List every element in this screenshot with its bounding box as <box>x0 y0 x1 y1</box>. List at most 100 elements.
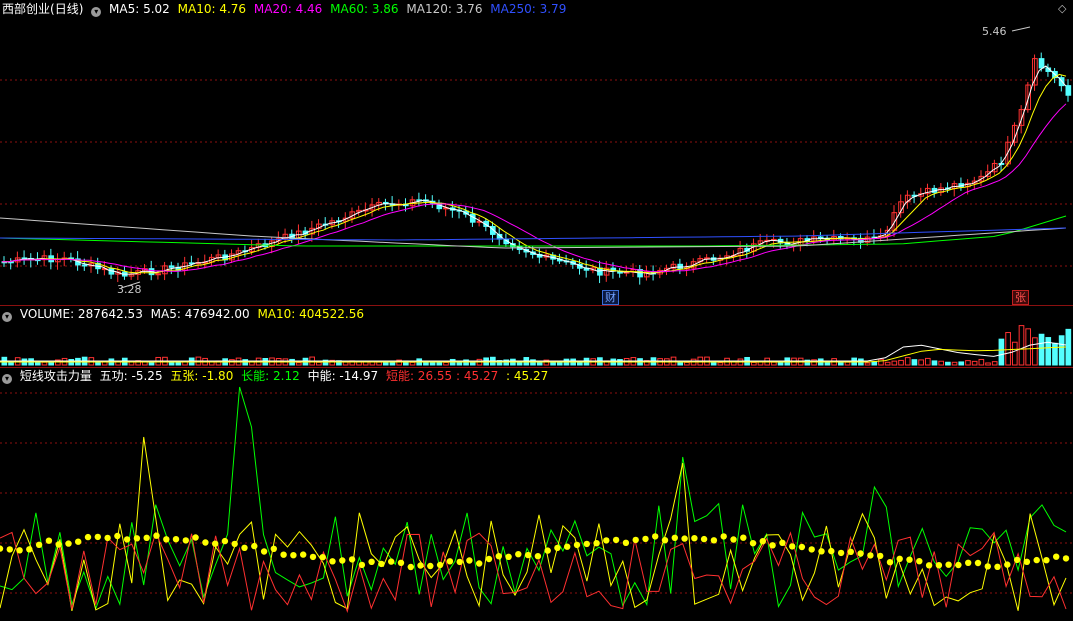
wugong-dot <box>94 533 102 541</box>
volume-bar <box>295 362 302 366</box>
candle-body <box>1038 58 1045 69</box>
volume-bar <box>717 362 724 366</box>
volume-legend: ▾ VOLUME: 287642.53 MA5: 476942.00 MA10:… <box>2 306 368 322</box>
wugong-dot <box>798 543 806 551</box>
wugong-dot <box>740 534 747 541</box>
wugong-dot <box>16 547 23 554</box>
wugong-dot <box>456 558 463 566</box>
wugong-dot <box>1023 558 1031 565</box>
wugong-dot <box>583 540 590 548</box>
volume-bar <box>1052 342 1058 366</box>
wugong-dot <box>485 555 493 563</box>
volume-bar <box>556 361 563 366</box>
wugong-dot <box>300 551 307 558</box>
volume-bar <box>864 362 871 366</box>
wugong-dot <box>6 546 13 553</box>
wugong-dot <box>720 533 727 540</box>
volume-bar <box>1065 328 1072 366</box>
wugong-dot <box>1053 553 1060 560</box>
volume-bar <box>824 361 831 366</box>
volume-bar <box>750 361 757 366</box>
volume-bar <box>1038 333 1045 366</box>
extra-value-yellow: : 45.27 <box>506 369 549 383</box>
ma10-label: MA10: 4.76 <box>177 2 247 16</box>
wugong-dot <box>348 556 356 563</box>
wugong-dot <box>769 542 776 549</box>
volume-bar <box>904 357 911 366</box>
wugong-dot <box>867 552 874 559</box>
volume-bar <box>991 361 998 366</box>
wugong-dot <box>427 562 434 570</box>
volume-bar <box>978 358 985 366</box>
wugong-dot <box>652 533 659 540</box>
wugong-dot <box>789 543 796 550</box>
volume-bar <box>951 361 958 366</box>
wugong-dot <box>1043 557 1050 564</box>
wugong-dot <box>1013 556 1021 564</box>
wugong-dot <box>1033 556 1040 564</box>
volume-bar <box>684 361 690 366</box>
wugong-dot <box>700 535 708 543</box>
wugong-dot <box>202 539 209 546</box>
wugong-dot <box>133 535 141 542</box>
indicator-title: 短线攻击力量 <box>19 369 92 383</box>
volume-bar <box>918 359 924 366</box>
wugong-dot <box>241 544 248 551</box>
wugong-dot <box>407 563 414 571</box>
diamond-icon[interactable]: ◇ <box>1058 2 1066 15</box>
wugong-dot <box>505 553 512 560</box>
volume-bar <box>1011 341 1018 366</box>
wugong-label: 五功: -5.25 <box>99 369 163 383</box>
wugong-dot <box>612 536 620 544</box>
wugong-dot <box>436 561 444 569</box>
wugong-dot <box>847 548 854 555</box>
finance-marker[interactable]: 财 <box>602 290 619 305</box>
wugong-dot <box>358 561 366 569</box>
volume-bar <box>871 361 878 366</box>
wugong-dot <box>974 559 982 567</box>
wugong-dot <box>182 537 189 544</box>
price-pane[interactable]: 西部创业(日线) ▾ MA5: 5.02 MA10: 4.76 MA20: 4.… <box>0 0 1073 305</box>
volume-bar <box>1045 337 1052 366</box>
volume-bar <box>677 362 684 366</box>
indicator-pane[interactable]: ▾ 短线攻击力量 五功: -5.25 五张: -1.80 长能: 2.12 中能… <box>0 367 1073 621</box>
volume-bar <box>469 362 476 366</box>
wugong-dot <box>84 533 92 541</box>
wugong-dot <box>270 545 277 552</box>
dropdown-icon[interactable]: ▾ <box>2 374 12 384</box>
volume-pane[interactable]: ▾ VOLUME: 287642.53 MA5: 476942.00 MA10:… <box>0 305 1073 367</box>
wugong-dot <box>65 540 72 547</box>
wugong-dot <box>710 537 718 544</box>
volume-bar <box>884 361 891 366</box>
volume-bar <box>938 360 945 366</box>
volume-bar <box>965 360 971 366</box>
volume-bar <box>516 361 523 366</box>
volume-bar <box>771 361 777 366</box>
volume-bar <box>998 338 1005 366</box>
wugong-dot <box>906 556 913 563</box>
attack-power-indicator-chart[interactable] <box>0 367 1073 621</box>
duanneng-label: 短能: 26.55 <box>385 369 453 383</box>
volume-bar <box>429 362 436 366</box>
wugong-dot <box>671 534 678 541</box>
ma120-label: MA120: 3.76 <box>406 2 483 16</box>
changneng-label: 长能: 2.12 <box>241 369 300 383</box>
wugong-dot <box>828 547 835 555</box>
candlestick-chart[interactable] <box>0 0 1073 305</box>
wuzhang-label: 五张: -1.80 <box>170 369 234 383</box>
ma20-line <box>2 103 1067 273</box>
wugong-dot <box>642 535 649 543</box>
wugong-dot <box>808 546 815 553</box>
wugong-dot <box>260 548 268 555</box>
ma60-line <box>0 215 1067 247</box>
volume-bar <box>34 362 41 366</box>
candle-body <box>597 267 603 276</box>
dropdown-icon[interactable]: ▾ <box>2 312 12 322</box>
candle-body <box>81 264 88 267</box>
wugong-dot <box>378 560 385 568</box>
wuzhang-line <box>0 436 1067 612</box>
dropdown-icon[interactable]: ▾ <box>91 7 102 17</box>
wugong-dot <box>280 551 287 558</box>
limit-up-marker[interactable]: 张 <box>1012 290 1029 305</box>
volume-bar <box>443 361 449 366</box>
